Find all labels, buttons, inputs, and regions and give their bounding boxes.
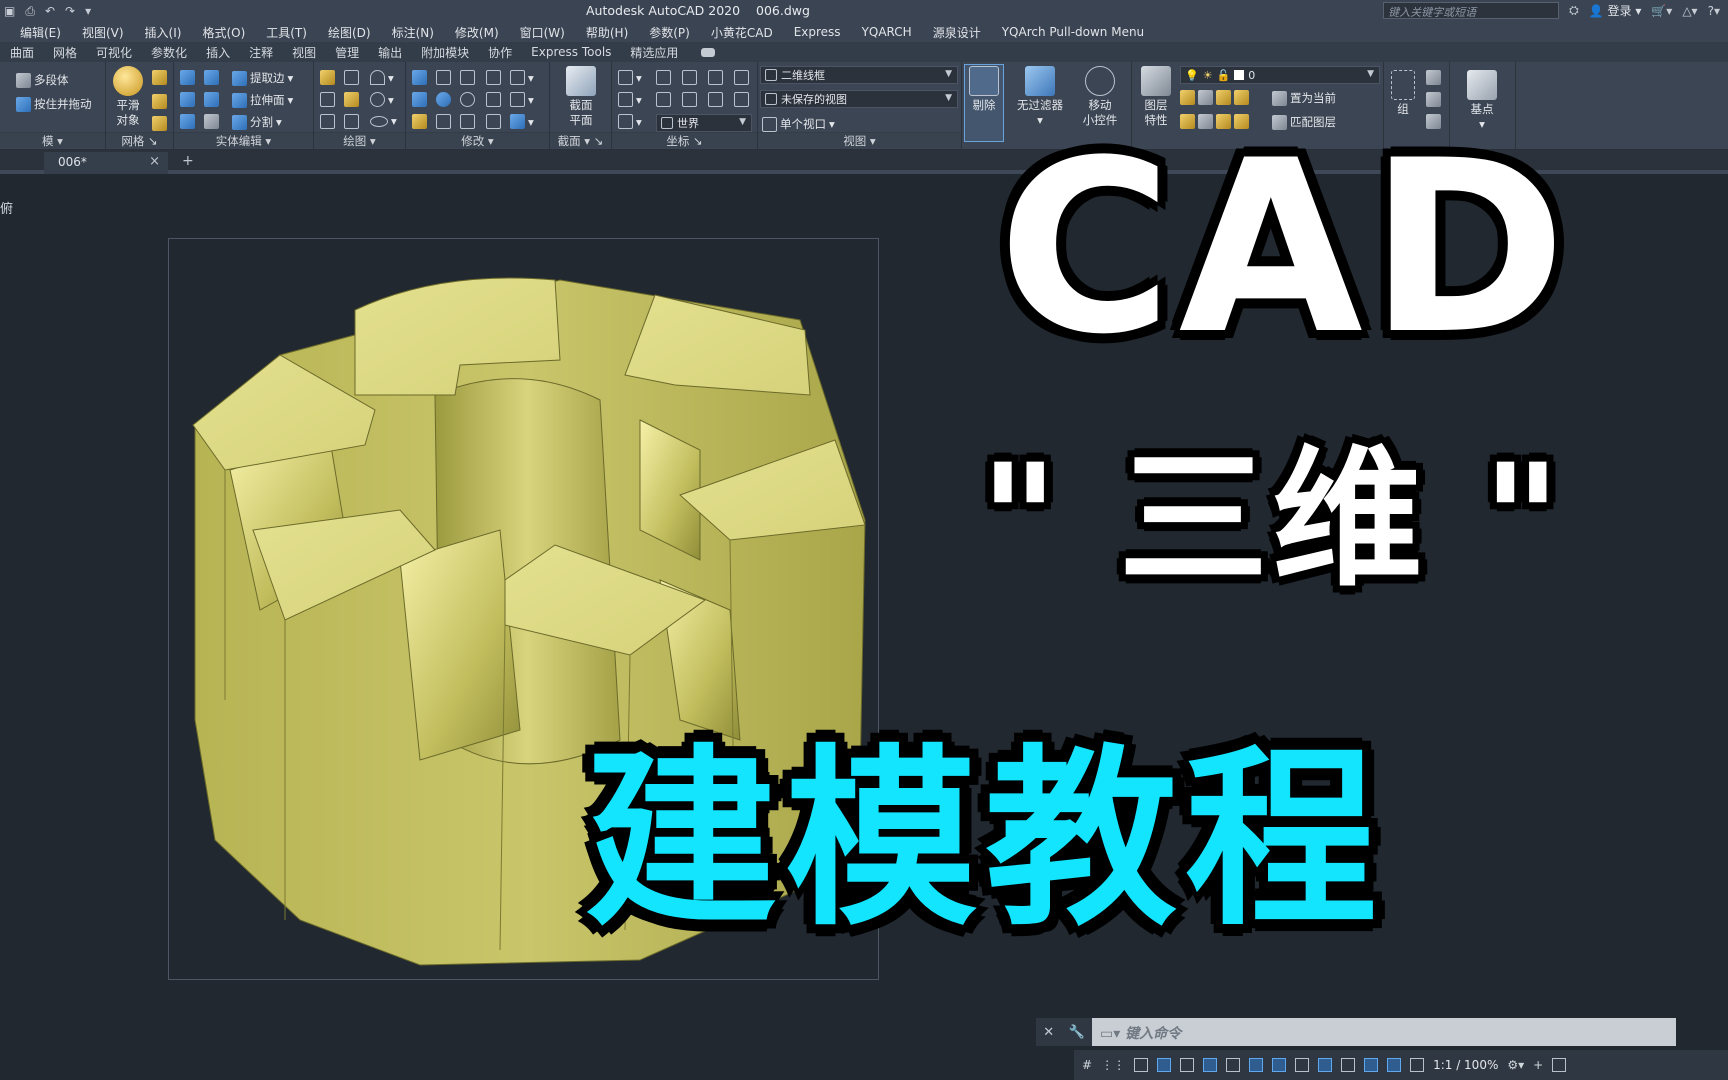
dynamic-input-icon[interactable] [1157,1058,1172,1072]
customization-icon[interactable] [1552,1058,1567,1072]
overlay-title-cad: CAD [998,110,1573,387]
infer-constraints-icon[interactable] [1134,1058,1149,1072]
gear-icon[interactable]: ⚙▾ [1507,1058,1524,1072]
polar-tracking-icon[interactable] [1203,1058,1218,1072]
object-snap-icon[interactable] [1272,1058,1287,1072]
wrench-icon[interactable]: 🔧 [1069,1025,1085,1040]
snap-icon[interactable]: ⋮⋮ [1101,1058,1125,1072]
command-input[interactable]: ▭▾ 键入命令 [1092,1018,1676,1046]
overlay-title-3d: " 三维 " [980,433,1565,607]
command-input-placeholder: 键入命令 [1125,1026,1182,1042]
command-prompt-icon: ▭▾ [1100,1026,1126,1042]
overlay-title-tutorial: 建模教程 [585,729,1385,952]
auto-scale-icon[interactable] [1410,1058,1425,1072]
command-line-buttons: ✕ 🔧 [1036,1018,1092,1046]
selection-cycling-icon[interactable] [1341,1058,1356,1072]
transparency-icon[interactable] [1318,1058,1333,1072]
3d-object-snap-icon[interactable] [1364,1058,1379,1072]
annotation-visibility-icon[interactable] [1387,1058,1402,1072]
slot-front [399,529,521,761]
status-bar: # ⋮⋮ 1:1 / 100% ⚙▾ + [1074,1050,1728,1080]
ortho-icon[interactable] [1180,1058,1195,1072]
object-snap-tracking-icon[interactable] [1249,1058,1264,1072]
annotation-scale[interactable]: 1:1 / 100% [1433,1058,1498,1072]
grid-icon[interactable]: # [1082,1058,1092,1072]
plus-icon[interactable]: + [1533,1058,1543,1072]
command-line: ✕ 🔧 ▭▾ 键入命令 [1036,1018,1676,1046]
isodraft-icon[interactable] [1226,1058,1241,1072]
close-icon[interactable]: ✕ [1043,1025,1054,1040]
lineweight-icon[interactable] [1295,1058,1310,1072]
crown-back-right [624,294,811,396]
